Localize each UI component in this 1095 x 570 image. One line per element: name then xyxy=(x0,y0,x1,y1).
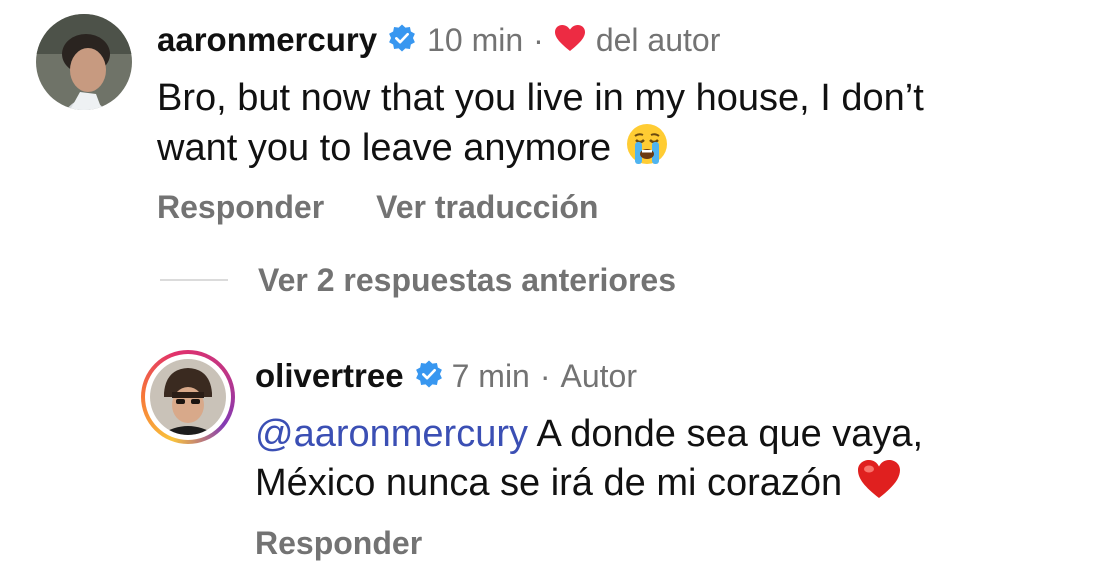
reply-time: 7 min xyxy=(451,357,530,394)
comment-actions: Responder Ver traducción xyxy=(157,189,598,226)
verified-badge-icon xyxy=(414,359,444,394)
crying-face-emoji-icon xyxy=(625,122,669,178)
view-previous-replies-label[interactable]: Ver 2 respuestas anteriores xyxy=(258,262,676,299)
author-badge: Autor xyxy=(560,357,637,394)
separator-dot: · xyxy=(533,21,544,58)
avatar-olivertree[interactable] xyxy=(141,350,235,444)
liked-by-author-label: del autor xyxy=(595,21,721,58)
comment-text-line-2-content: want you to leave anymore xyxy=(157,127,612,170)
heart-icon xyxy=(554,24,586,57)
verified-badge-icon xyxy=(387,23,417,58)
comment-text: Bro, but now that you live in my house, … xyxy=(157,74,1077,178)
red-heart-emoji-icon xyxy=(856,458,902,512)
comment-text-line-2: want you to leave anymore xyxy=(157,122,1077,178)
replies-divider-line xyxy=(160,279,228,281)
comment-header: aaronmercury 10 min · del autor xyxy=(157,18,720,62)
view-previous-replies[interactable]: Ver 2 respuestas anteriores xyxy=(160,262,676,298)
reply-text-line-2-content: México nunca se irá de mi corazón xyxy=(255,462,843,505)
comment-text-line-1: Bro, but now that you live in my house, … xyxy=(157,77,924,119)
avatar-aaronmercury[interactable] xyxy=(36,14,132,110)
reply-button[interactable]: Responder xyxy=(157,189,324,226)
see-translation-button[interactable]: Ver traducción xyxy=(376,189,598,226)
reply-header: olivertree 7 min · Autor xyxy=(255,354,637,398)
comment-username[interactable]: aaronmercury xyxy=(157,21,377,59)
reply-username[interactable]: olivertree xyxy=(255,357,404,395)
reply-button[interactable]: Responder xyxy=(255,525,422,562)
mention-link[interactable]: @aaronmercury xyxy=(255,413,528,455)
separator-dot: · xyxy=(539,357,551,394)
reply-text-line-2: México nunca se irá de mi corazón xyxy=(255,458,1075,512)
reply-text: @aaronmercury A donde sea que vaya, Méxi… xyxy=(255,410,1075,512)
comment-time: 10 min xyxy=(427,21,524,58)
reply-actions: Responder xyxy=(255,525,422,562)
reply-text-line-1: @aaronmercury A donde sea que vaya, xyxy=(255,410,1075,458)
reply-text-line-1-rest: A donde sea que vaya, xyxy=(528,413,924,455)
